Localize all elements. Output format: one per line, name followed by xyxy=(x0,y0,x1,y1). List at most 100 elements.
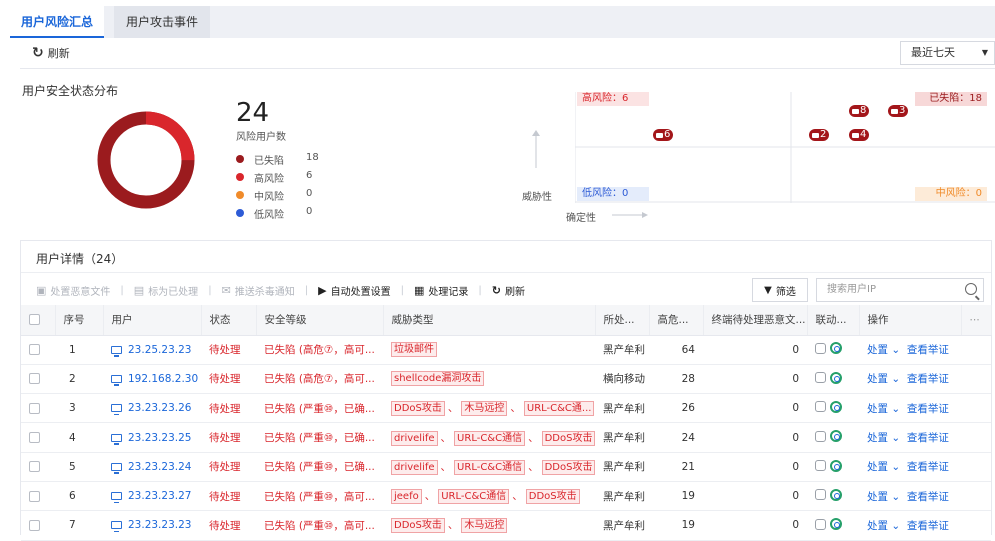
column-settings-icon[interactable]: ⋯ xyxy=(961,305,992,336)
chevron-down-icon: ⌄ xyxy=(891,402,901,415)
row-checkbox[interactable] xyxy=(29,432,40,444)
record-icon: ▦ xyxy=(414,283,425,297)
filter-button[interactable]: ▼ 筛选 xyxy=(752,278,808,302)
row-user[interactable]: 23.23.23.25 xyxy=(103,422,201,453)
view-evidence-link[interactable]: 查看举证 xyxy=(907,520,949,532)
tag-separator: 、 xyxy=(528,460,539,473)
terminal-icon[interactable] xyxy=(815,518,826,530)
select-all-checkbox[interactable] xyxy=(21,305,56,336)
dispose-dropdown[interactable]: 处置 ⌄ xyxy=(867,520,900,532)
matrix-bubble[interactable]: 3 xyxy=(888,105,909,117)
user-ip-link[interactable]: 23.23.23.26 xyxy=(128,402,191,414)
row-checkbox[interactable] xyxy=(29,490,40,502)
view-evidence-link[interactable]: 查看举证 xyxy=(907,432,949,444)
time-range-select[interactable]: 最近七天 ▼ xyxy=(900,41,995,65)
table-row[interactable]: 6 23.23.23.27 待处理 已失陷 (严重⑩，高可... jeefo、 URL-C… xyxy=(21,481,991,512)
linkage-icon[interactable] xyxy=(830,342,842,355)
user-ip-link[interactable]: 23.23.23.25 xyxy=(128,432,191,444)
row-stage: 黑产牟利 xyxy=(595,335,649,365)
terminal-icon[interactable] xyxy=(815,342,826,354)
user-ip-link[interactable]: 23.23.23.24 xyxy=(128,461,191,473)
checkbox[interactable] xyxy=(29,314,40,326)
dispose-dropdown[interactable]: 处置 ⌄ xyxy=(867,461,900,473)
matrix-bubble[interactable]: 8 xyxy=(849,105,870,117)
terminal-icon[interactable] xyxy=(815,430,826,442)
terminal-icon[interactable] xyxy=(815,372,826,384)
table-row[interactable]: 7 23.23.23.23 待处理 已失陷 (严重⑩，高可... DDoS攻击、木马远控… xyxy=(21,510,991,541)
search-input[interactable]: 搜索用户IP xyxy=(816,278,984,302)
push-antivirus-notice-button[interactable]: ✉ 推送杀毒通知 xyxy=(222,283,295,298)
user-ip-link[interactable]: 23.23.23.27 xyxy=(128,490,191,502)
linkage-icon[interactable] xyxy=(830,430,842,443)
col-header-pending-malicious[interactable]: 终端待处理恶意文... xyxy=(703,305,808,336)
view-evidence-link[interactable]: 查看举证 xyxy=(907,344,949,356)
linkage-icon[interactable] xyxy=(830,488,842,501)
dispose-dropdown[interactable]: 处置 ⌄ xyxy=(867,432,900,444)
row-checkbox-cell xyxy=(21,452,55,482)
dispose-dropdown[interactable]: 处置 ⌄ xyxy=(867,491,900,503)
row-checkbox[interactable] xyxy=(29,519,40,531)
user-ip-link[interactable]: 23.23.23.23 xyxy=(128,519,191,531)
user-ip-link[interactable]: 23.25.23.23 xyxy=(128,344,191,356)
search-icon[interactable] xyxy=(965,283,977,295)
row-spacer xyxy=(961,452,991,482)
row-user[interactable]: 192.168.2.30 xyxy=(103,364,201,395)
table-row[interactable]: 2 192.168.2.30 待处理 已失陷 (高危⑦，高可... shellcode漏… xyxy=(21,364,991,395)
row-user[interactable]: 23.23.23.24 xyxy=(103,452,201,482)
table-row[interactable]: 5 23.23.23.24 待处理 已失陷 (严重⑩，已确... drivelife、 U… xyxy=(21,452,991,482)
view-evidence-link[interactable]: 查看举证 xyxy=(907,403,949,415)
matrix-bubble[interactable]: 2 xyxy=(809,129,830,141)
table-row[interactable]: 1 23.25.23.23 待处理 已失陷 (高危⑦，高可... 垃圾邮件 黑产牟利 64 0… xyxy=(21,335,991,365)
view-evidence-link[interactable]: 查看举证 xyxy=(907,461,949,473)
dispose-malicious-file-button[interactable]: ▣ 处置恶意文件 xyxy=(36,283,110,298)
op-label: 自动处置设置 xyxy=(330,286,391,298)
view-evidence-link[interactable]: 查看举证 xyxy=(907,491,949,503)
row-checkbox[interactable] xyxy=(29,461,40,473)
table-row[interactable]: 3 23.23.23.26 待处理 已失陷 (严重⑩，已确... DDoS攻击、木马远控… xyxy=(21,393,991,424)
user-ip-link[interactable]: 192.168.2.30 xyxy=(128,373,198,385)
x-axis-label: 确定性 xyxy=(566,213,596,224)
refresh-button[interactable]: ↻ 刷新 xyxy=(32,45,70,61)
row-linkage xyxy=(807,510,859,541)
threat-tag: DDoS攻击 xyxy=(541,430,595,446)
chevron-down-icon: ▼ xyxy=(981,48,988,57)
process-records-button[interactable]: ▦ 处理记录 xyxy=(414,283,468,298)
chevron-down-icon: ⌄ xyxy=(891,344,901,357)
auto-dispose-settings-button[interactable]: ▶ 自动处置设置 xyxy=(318,283,390,298)
row-checkbox[interactable] xyxy=(29,373,40,385)
table-row[interactable]: 4 23.23.23.25 待处理 已失陷 (严重⑩，已确... drivelife、 U… xyxy=(21,422,991,453)
dispose-dropdown[interactable]: 处置 ⌄ xyxy=(867,403,900,415)
row-user[interactable]: 23.25.23.23 xyxy=(103,335,201,365)
refresh-label: 刷新 xyxy=(47,47,70,60)
row-checkbox[interactable] xyxy=(29,402,40,414)
row-user[interactable]: 23.23.23.26 xyxy=(103,393,201,424)
linkage-icon[interactable] xyxy=(830,459,842,472)
terminal-icon[interactable] xyxy=(815,460,826,472)
row-user[interactable]: 23.23.23.23 xyxy=(103,510,201,541)
tab-user-risk-summary[interactable]: 用户风险汇总 xyxy=(10,6,104,38)
row-user[interactable]: 23.23.23.27 xyxy=(103,481,201,512)
linkage-icon[interactable] xyxy=(830,518,842,531)
row-checkbox[interactable] xyxy=(29,344,40,356)
linkage-icon[interactable] xyxy=(830,400,842,413)
matrix-bubble[interactable]: 6 xyxy=(653,129,674,141)
computer-icon xyxy=(111,462,122,474)
table-refresh-button[interactable]: ↻ 刷新 xyxy=(492,283,525,298)
linkage-icon[interactable] xyxy=(830,371,842,384)
threat-tag: drivelife xyxy=(391,430,438,446)
terminal-icon[interactable] xyxy=(815,401,826,413)
op-label: 标为已处理 xyxy=(148,286,199,298)
threat-tag: DDoS攻击 xyxy=(525,489,580,505)
col-header-high-risk[interactable]: 高危... xyxy=(649,305,704,336)
dispose-dropdown[interactable]: 处置 ⌄ xyxy=(867,344,900,356)
col-header-stage[interactable]: 所处... xyxy=(595,305,650,336)
tab-user-attack-events[interactable]: 用户攻击事件 xyxy=(114,6,210,38)
dispose-dropdown[interactable]: 处置 ⌄ xyxy=(867,373,900,385)
refresh-icon: ↻ xyxy=(491,283,501,297)
view-evidence-link[interactable]: 查看举证 xyxy=(907,373,949,385)
matrix-bubble[interactable]: 4 xyxy=(849,129,870,141)
terminal-icon[interactable] xyxy=(815,489,826,501)
play-icon: ▶ xyxy=(318,283,327,297)
mark-processed-button[interactable]: ▤ 标为已处理 xyxy=(134,283,198,298)
row-stage: 横向移动 xyxy=(595,364,649,395)
